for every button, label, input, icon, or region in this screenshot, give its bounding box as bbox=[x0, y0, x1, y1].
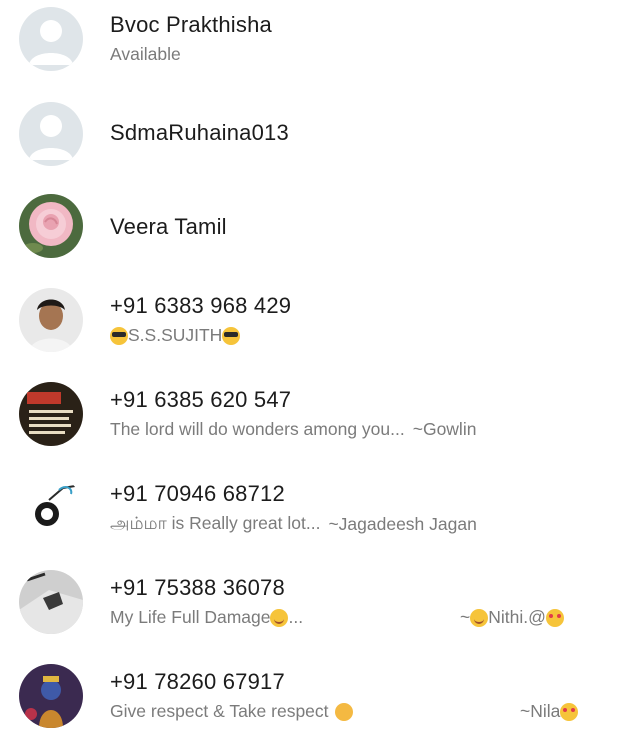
default-avatar-icon[interactable] bbox=[19, 7, 83, 71]
contact-row[interactable]: +91 78260 67917 Give respect & Take resp… bbox=[0, 658, 619, 750]
contact-status: Give respect & Take respect ~Nila bbox=[110, 701, 600, 722]
contact-status: S.S.SUJITH bbox=[110, 325, 241, 346]
contact-list: Bvoc Prakthisha Available SdmaRuhaina013… bbox=[0, 0, 619, 731]
hugging-emoji-icon bbox=[334, 702, 353, 721]
status-tilde: ~ bbox=[460, 607, 471, 627]
sunglasses-emoji-icon bbox=[222, 326, 241, 345]
contact-row[interactable]: Veera Tamil bbox=[0, 188, 619, 280]
contact-name: +91 6385 620 547 bbox=[110, 387, 292, 412]
tattoo-photo[interactable] bbox=[19, 570, 83, 634]
rose-photo[interactable] bbox=[19, 194, 83, 258]
status-text: My Life Full Damage bbox=[110, 607, 271, 627]
contact-name: +91 78260 67917 bbox=[110, 669, 285, 694]
contact-status: Available bbox=[110, 44, 181, 64]
contact-row[interactable]: +91 75388 36078 My Life Full Damage ... … bbox=[0, 564, 619, 656]
default-avatar-icon[interactable] bbox=[19, 102, 83, 166]
status-text: Give respect & Take respect bbox=[110, 701, 329, 721]
contact-name: +91 70946 68712 bbox=[110, 481, 285, 506]
status-text: அம்மா is Really great lot... bbox=[110, 513, 321, 533]
status-text: The lord will do wonders among you... bbox=[110, 419, 405, 439]
heart-face-emoji-icon bbox=[545, 608, 564, 627]
contact-status: அம்மா is Really great lot... ~Jagadeesh … bbox=[110, 513, 477, 536]
blushing-emoji-icon bbox=[270, 608, 289, 627]
tamil-text-image[interactable] bbox=[19, 382, 83, 446]
contact-status: My Life Full Damage ... ~ Nithi.@ bbox=[110, 607, 600, 628]
contact-row[interactable]: +91 6383 968 429 S.S.SUJITH bbox=[0, 282, 619, 374]
contact-row[interactable]: SdmaRuhaina013 bbox=[0, 94, 619, 186]
contact-name: +91 75388 36078 bbox=[110, 575, 285, 600]
contact-name: SdmaRuhaina013 bbox=[110, 120, 289, 145]
contact-name: +91 6383 968 429 bbox=[110, 293, 292, 318]
person-photo[interactable] bbox=[19, 288, 83, 352]
heart-eyes-emoji-icon bbox=[560, 702, 579, 721]
status-ellipsis: ... bbox=[288, 607, 304, 627]
sunglasses-emoji-icon bbox=[110, 326, 128, 345]
deity-photo[interactable] bbox=[19, 664, 83, 728]
contact-row[interactable]: +91 6385 620 547 The lord will do wonder… bbox=[0, 376, 619, 468]
smiling-emoji-icon bbox=[470, 608, 489, 627]
status-author: Nithi.@ bbox=[488, 607, 546, 627]
status-author: ~Nila bbox=[520, 701, 561, 721]
contact-name: Bvoc Prakthisha bbox=[110, 12, 272, 37]
status-author: ~Gowlin bbox=[412, 419, 477, 439]
contact-status: The lord will do wonders among you... ~G… bbox=[110, 419, 476, 440]
status-text: S.S.SUJITH bbox=[128, 325, 223, 345]
contact-row[interactable]: +91 70946 68712 அம்மா is Really great lo… bbox=[0, 470, 619, 562]
contact-name: Veera Tamil bbox=[110, 214, 227, 239]
status-author: ~Jagadeesh Jagan bbox=[328, 514, 477, 534]
cartoon-sketch[interactable] bbox=[19, 476, 83, 540]
contact-row[interactable]: Bvoc Prakthisha Available bbox=[0, 0, 619, 92]
